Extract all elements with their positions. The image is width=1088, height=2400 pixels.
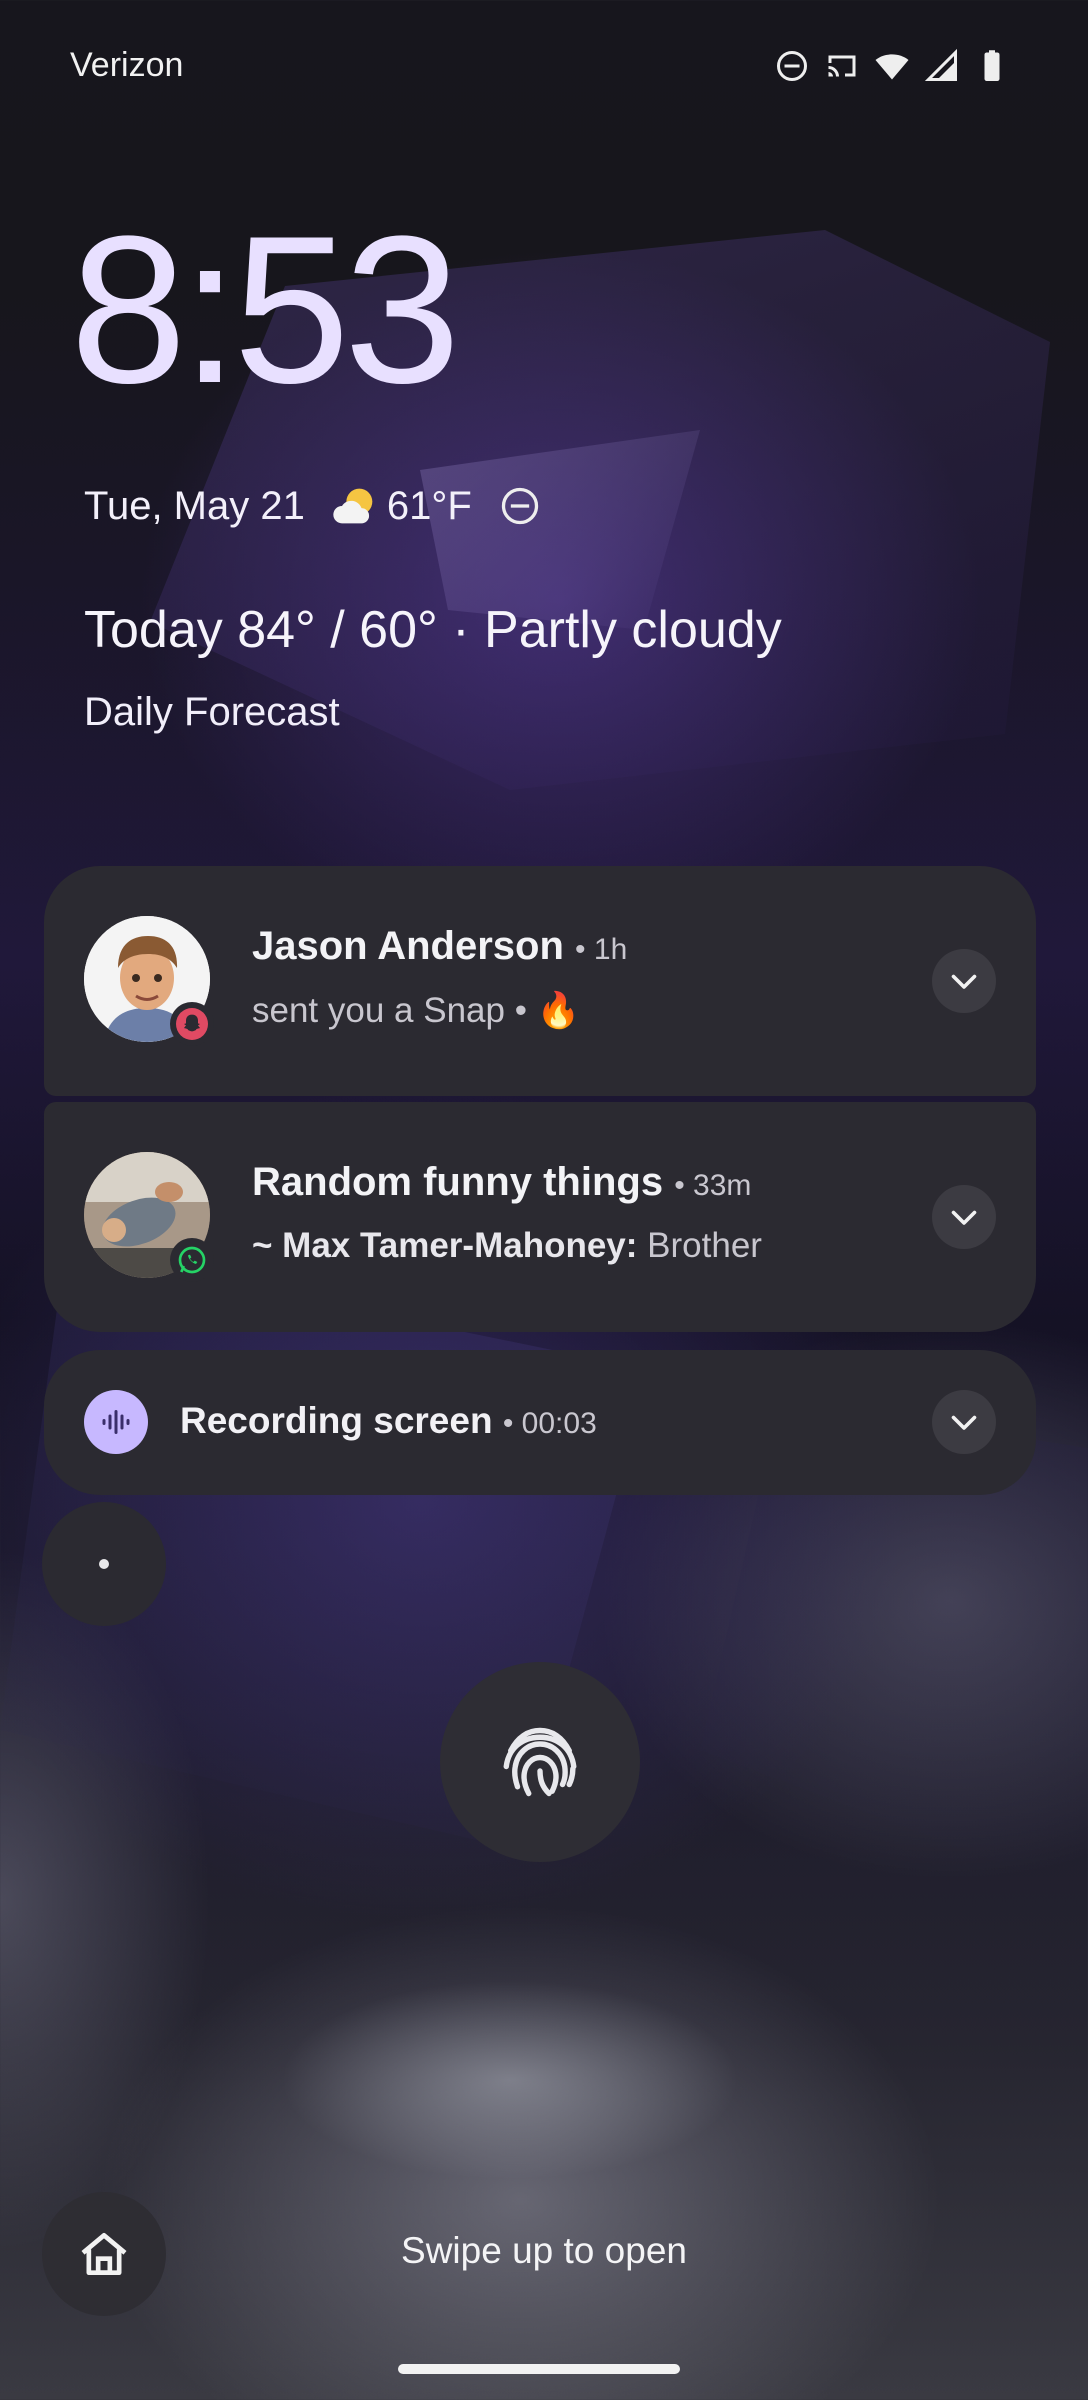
whatsapp-icon (170, 1238, 214, 1282)
fingerprint-button[interactable] (440, 1662, 640, 1862)
cell-signal-icon (924, 48, 957, 81)
forecast-summary[interactable]: Today 84° / 60° · Partly cloudy (84, 600, 782, 660)
gesture-handle[interactable] (398, 2364, 680, 2374)
cast-icon (828, 55, 856, 77)
dot-icon (99, 1559, 109, 1569)
swipe-hint: Swipe up to open (401, 2230, 687, 2271)
notification-snapchat[interactable]: Jason Anderson • 1h sent you a Snap • 🔥 (44, 866, 1036, 1096)
battery-icon (984, 50, 1000, 81)
wifi-icon (875, 54, 909, 80)
avatar (84, 916, 214, 1046)
message-body: Brother (647, 1226, 762, 1265)
notification-whatsapp[interactable]: Random funny things • 33m ~ Max Tamer-Ma… (44, 1102, 1036, 1332)
carrier-name: Verizon (70, 46, 184, 84)
fingerprint-icon (503, 1727, 577, 1797)
partly-cloudy-icon (333, 488, 373, 524)
recording-duration: • 00:03 (502, 1407, 597, 1440)
notification-sender: Jason Anderson (252, 924, 564, 968)
screen-record-icon (84, 1390, 148, 1454)
status-bar: Verizon (0, 0, 1088, 130)
chevron-down-icon[interactable] (932, 1185, 996, 1249)
status-icons (774, 48, 1010, 84)
wallpaper-crystals (280, 1980, 740, 2180)
notification-title: Random funny things • 33m (252, 1160, 751, 1205)
chevron-down-icon[interactable] (932, 1390, 996, 1454)
daily-forecast-link[interactable]: Daily Forecast (84, 690, 340, 735)
notification-time: • 33m (674, 1169, 752, 1202)
notification-screen-record[interactable]: Recording screen • 00:03 (44, 1350, 1036, 1495)
lockscreen-clock: 8:53 (70, 192, 461, 427)
notification-text: ~ Max Tamer-Mahoney: Brother (252, 1226, 762, 1266)
avatar (84, 1152, 214, 1282)
notification-text: sent you a Snap • 🔥 (252, 991, 581, 1030)
notification-title: Recording screen • 00:03 (180, 1400, 597, 1442)
date-text: Tue, May 21 (84, 483, 305, 528)
notification-overflow-button[interactable] (42, 1502, 166, 1626)
notification-group: Random funny things (252, 1160, 664, 1204)
date-weather-row[interactable]: Tue, May 21 61°F (84, 480, 542, 532)
recording-label: Recording screen (180, 1400, 493, 1441)
notification-title: Jason Anderson • 1h (252, 924, 627, 969)
message-sender: ~ Max Tamer-Mahoney: (252, 1226, 638, 1265)
do-not-disturb-icon (777, 51, 807, 81)
temperature-text: 61°F (386, 483, 472, 528)
snapchat-icon (170, 1002, 214, 1046)
do-not-disturb-icon (501, 487, 538, 525)
chevron-down-icon[interactable] (932, 949, 996, 1013)
notification-time: • 1h (575, 933, 628, 966)
